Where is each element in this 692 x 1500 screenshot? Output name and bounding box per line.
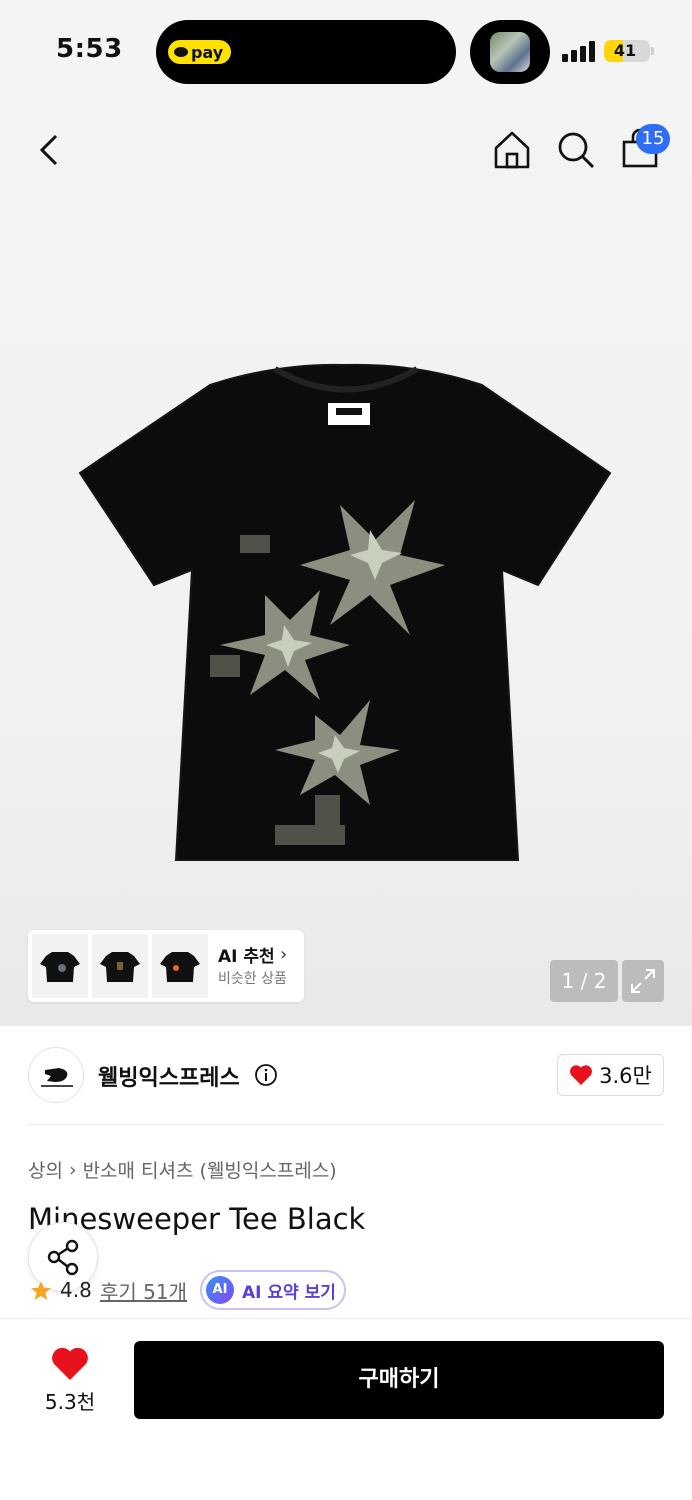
kakao-pay-pill: pay (168, 40, 232, 64)
back-button[interactable] (28, 128, 72, 172)
product-image[interactable] (70, 355, 622, 865)
brand-like-count: 3.6만 (599, 1064, 652, 1088)
recommend-thumbnail[interactable] (152, 934, 208, 998)
ai-recommend-card[interactable]: AI 추천 › 비슷한 상품 (28, 930, 304, 1002)
star-icon (31, 1281, 51, 1300)
brand-name[interactable]: 웰빙익스프레스 (98, 1060, 240, 1092)
ai-summary-button[interactable]: AI AI 요약 보기 (200, 1270, 346, 1310)
rating-value: 4.8 (60, 1278, 92, 1302)
info-icon[interactable] (254, 1063, 278, 1087)
ai-recommend-title: AI 추천 (218, 947, 275, 967)
battery-nub (651, 47, 654, 55)
live-activity (470, 20, 550, 84)
breadcrumb-item[interactable]: 반소매 티셔츠 (웰빙익스프레스) (83, 1156, 337, 1183)
image-page-indicator: 1 / 2 (550, 960, 618, 1002)
home-button[interactable] (490, 128, 534, 172)
back-icon (39, 134, 58, 166)
search-button[interactable] (554, 128, 598, 172)
ai-summary-label: AI 요약 보기 (242, 1282, 336, 1303)
battery-icon: 41 (604, 40, 650, 62)
battery-level: 41 (613, 41, 637, 60)
brand-like-button[interactable]: 3.6만 (557, 1054, 664, 1096)
recommend-thumbnail[interactable] (32, 934, 88, 998)
breadcrumb-item[interactable]: 상의 (28, 1156, 63, 1183)
heart-icon (570, 1065, 593, 1085)
home-icon (494, 131, 530, 169)
buy-button[interactable]: 구매하기 (134, 1341, 664, 1419)
ai-recommend-subtitle: 비슷한 상품 (218, 971, 287, 987)
expand-image-button[interactable] (622, 960, 664, 1002)
breadcrumb: 상의 › 반소매 티셔츠 (웰빙익스프레스) (28, 1156, 337, 1183)
live-activity-thumbnail (490, 32, 530, 72)
chat-bubble-icon (174, 47, 188, 57)
signal-icon (562, 40, 596, 62)
heart-icon (52, 1347, 88, 1380)
search-icon (558, 132, 595, 169)
expand-icon (631, 969, 655, 993)
status-time: 5:53 (56, 34, 123, 64)
ai-badge-icon: AI (206, 1276, 234, 1304)
dynamic-island: pay (156, 20, 456, 84)
pay-label: pay (191, 42, 224, 62)
brand-logo[interactable] (28, 1047, 84, 1103)
like-count: 5.3천 (44, 1390, 96, 1414)
review-count-link[interactable]: 후기 51개 (100, 1276, 187, 1305)
recommend-thumbnail[interactable] (92, 934, 148, 998)
cart-count-badge: 15 (636, 124, 670, 154)
chevron-right-icon: › (68, 1158, 77, 1181)
divider (28, 1124, 664, 1125)
chevron-right-icon: › (280, 944, 288, 965)
